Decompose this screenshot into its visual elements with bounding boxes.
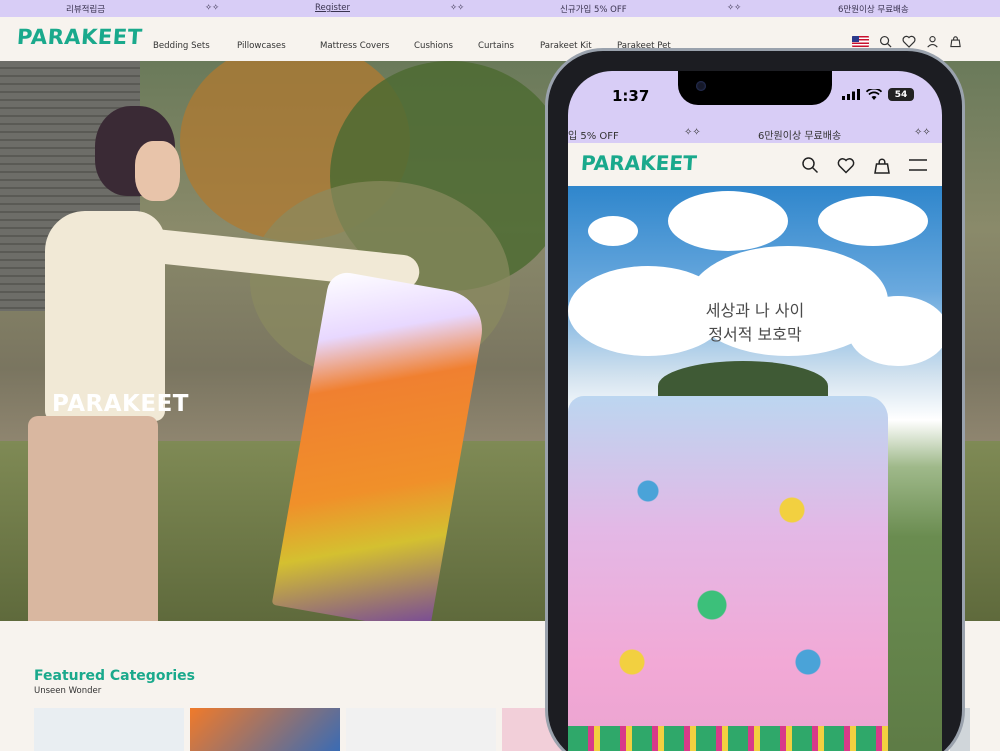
featured-subtitle: Unseen Wonder xyxy=(34,686,102,696)
phone-announce-free-shipping: 6만원이상 무료배송 xyxy=(758,131,842,142)
battery-icon: 54 xyxy=(888,88,914,101)
camera-icon xyxy=(696,81,706,91)
cart-icon[interactable] xyxy=(873,157,891,174)
cart-icon[interactable] xyxy=(949,35,962,48)
site-logo[interactable]: PARAKEET xyxy=(16,25,143,49)
hero-person-skirt xyxy=(28,416,158,621)
wifi-icon xyxy=(866,88,882,100)
header-icons xyxy=(852,35,962,48)
heart-icon[interactable] xyxy=(837,157,855,174)
phone-quilt xyxy=(568,396,888,751)
account-icon[interactable] xyxy=(926,35,939,48)
phone-announce-separator: ✧✧ xyxy=(684,127,701,138)
signal-icon xyxy=(842,89,860,100)
announce-review-points: 리뷰적립금 xyxy=(66,5,106,15)
status-time: 1:37 xyxy=(612,87,650,105)
nav-cushions[interactable]: Cushions xyxy=(414,41,453,51)
phone-header: PARAKEET xyxy=(568,143,942,186)
category-card[interactable] xyxy=(34,708,184,751)
hero-person-body xyxy=(45,211,165,421)
page: 리뷰적립금 ✧✧ Register ✧✧ 신규가입 5% OFF ✧✧ 6만원이… xyxy=(0,0,1000,751)
announce-free-shipping: 6만원이상 무료배송 xyxy=(838,5,909,15)
cloud xyxy=(588,216,638,246)
featured-title: Featured Categories xyxy=(34,668,195,684)
cloud xyxy=(668,191,788,251)
category-card[interactable] xyxy=(190,708,340,751)
register-link[interactable]: Register xyxy=(315,3,350,13)
phone-header-icons xyxy=(801,156,927,174)
phone-screen: 1:37 54 입 5% OFF ✧✧ 6만원이상 무료배송 ✧✧ PARAKE… xyxy=(568,71,942,751)
nav-parakeet-kit[interactable]: Parakeet Kit xyxy=(540,41,592,51)
hero-logo: PARAKEET xyxy=(52,391,189,417)
nav-curtains[interactable]: Curtains xyxy=(478,41,514,51)
phone-announcement-bar: 입 5% OFF ✧✧ 6만원이상 무료배송 ✧✧ xyxy=(568,125,942,145)
phone-headline-line2: 정서적 보호막 xyxy=(708,325,802,344)
announce-separator: ✧✧ xyxy=(727,3,742,13)
heart-icon[interactable] xyxy=(902,35,916,48)
search-icon[interactable] xyxy=(879,35,892,48)
cloud xyxy=(818,196,928,246)
phone-announce-discount: 입 5% OFF xyxy=(568,131,619,142)
category-card[interactable] xyxy=(346,708,496,751)
phone-logo[interactable]: PARAKEET xyxy=(580,151,697,175)
search-icon[interactable] xyxy=(801,156,819,174)
announce-signup-discount: 신규가입 5% OFF xyxy=(560,5,627,15)
phone-hero[interactable]: 세상과 나 사이 정서적 보호막 xyxy=(568,186,942,751)
status-bar: 54 xyxy=(842,88,914,101)
us-flag-icon[interactable] xyxy=(852,36,869,47)
menu-icon[interactable] xyxy=(909,158,927,172)
phone-mockup: 1:37 54 입 5% OFF ✧✧ 6만원이상 무료배송 ✧✧ PARAKE… xyxy=(545,48,965,751)
nav-pillowcases[interactable]: Pillowcases xyxy=(237,41,286,51)
phone-notch xyxy=(678,71,832,105)
phone-headline-line1: 세상과 나 사이 xyxy=(705,301,805,320)
announce-separator: ✧✧ xyxy=(450,3,465,13)
hero-person-face xyxy=(135,141,180,201)
announcement-bar: 리뷰적립금 ✧✧ Register ✧✧ 신규가입 5% OFF ✧✧ 6만원이… xyxy=(0,0,1000,17)
nav-bedding-sets[interactable]: Bedding Sets xyxy=(153,41,210,51)
nav-mattress-covers[interactable]: Mattress Covers xyxy=(320,41,389,51)
announce-separator: ✧✧ xyxy=(205,3,220,13)
phone-announce-separator: ✧✧ xyxy=(914,127,931,138)
